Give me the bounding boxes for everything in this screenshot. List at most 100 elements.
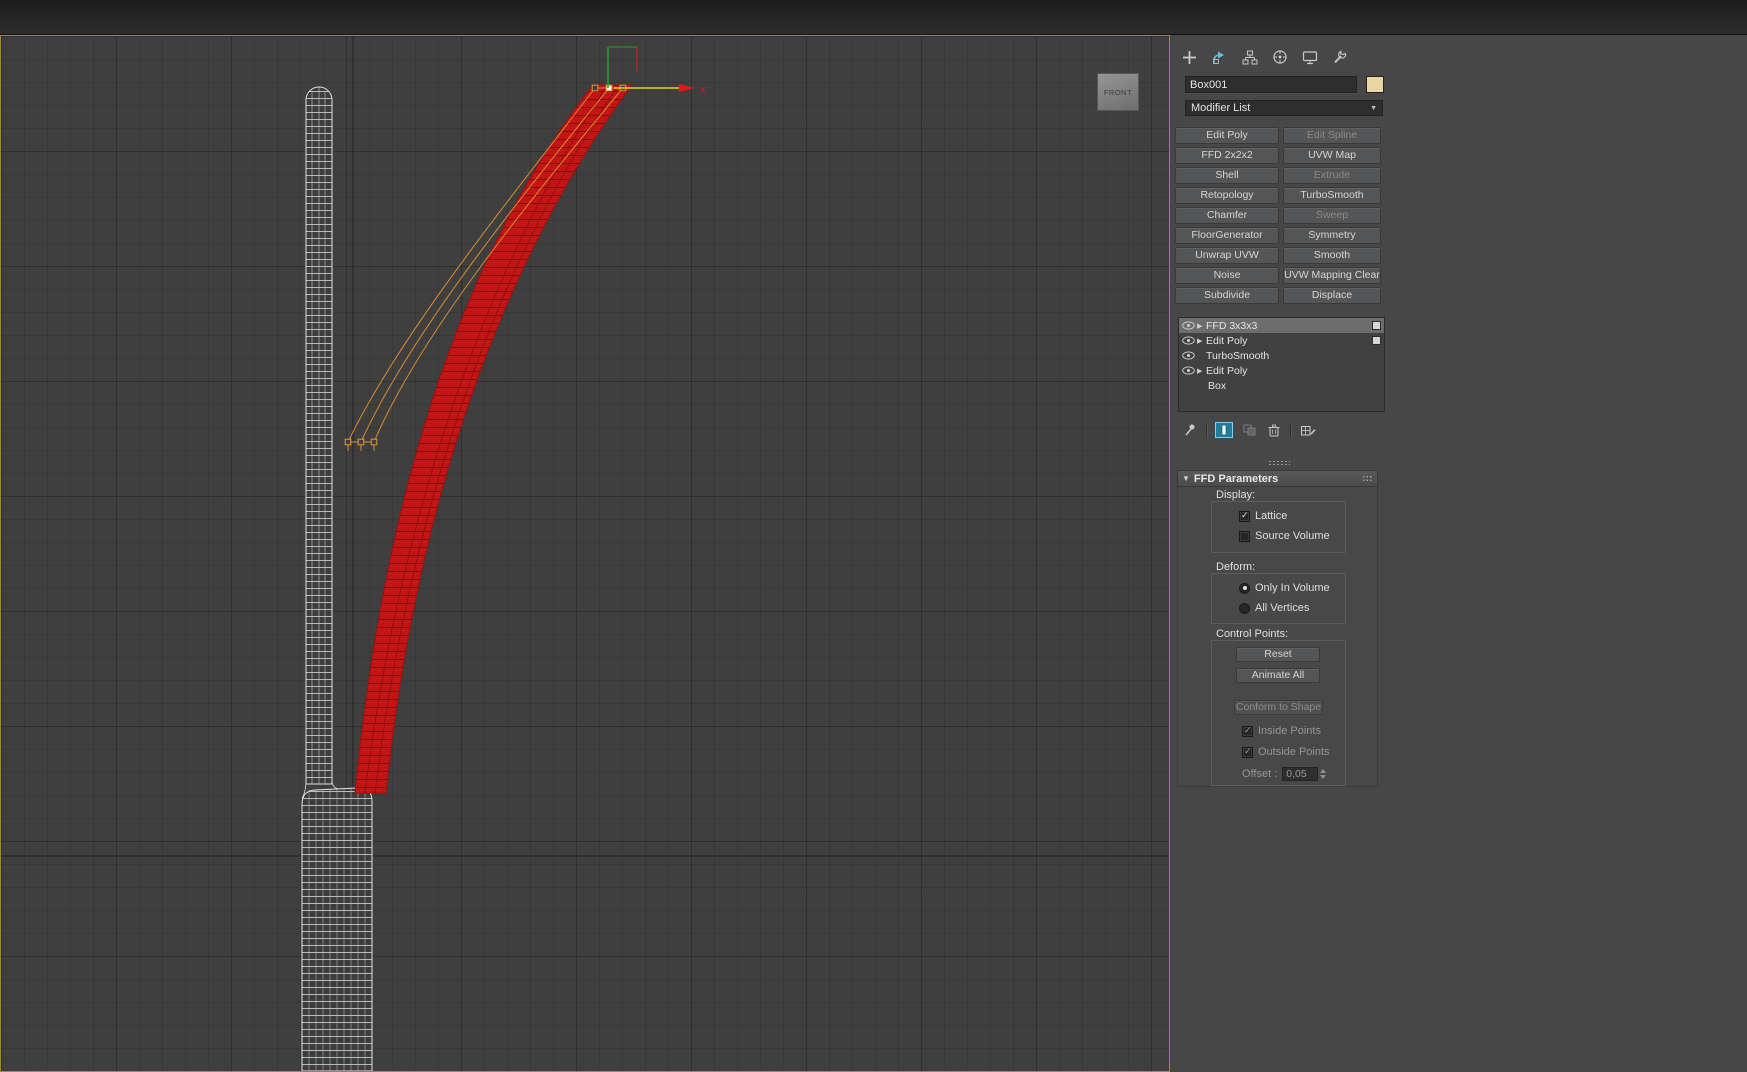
ffd-control-point[interactable] — [591, 84, 599, 92]
expand-arrow-icon[interactable]: ▶ — [1197, 367, 1206, 375]
modifier-badge-icon[interactable] — [1372, 321, 1381, 330]
inside-points-label: Inside Points — [1258, 725, 1321, 737]
all-vertices-label: All Vertices — [1255, 602, 1310, 614]
panel-scroll-grip[interactable] — [1268, 460, 1290, 465]
modifier-button-extrude[interactable]: Extrude — [1283, 167, 1381, 184]
stack-row-ffd-3x3x3[interactable]: ▶ FFD 3x3x3 — [1179, 318, 1384, 333]
show-end-result-icon — [1221, 424, 1227, 435]
modifier-button-symmetry[interactable]: Symmetry — [1283, 227, 1381, 244]
modifier-button-displace[interactable]: Displace — [1283, 287, 1381, 304]
source-volume-option[interactable]: Source Volume — [1239, 529, 1345, 543]
modifier-button-noise[interactable]: Noise — [1175, 267, 1279, 284]
only-in-volume-option[interactable]: Only In Volume — [1239, 581, 1345, 595]
stack-row-label: Edit Poly — [1206, 364, 1248, 377]
ffd-control-point[interactable] — [357, 438, 365, 446]
modify-tab[interactable] — [1210, 48, 1229, 67]
animate-all-button[interactable]: Animate All — [1236, 668, 1320, 683]
modifier-button-chamfer[interactable]: Chamfer — [1175, 207, 1279, 224]
expand-arrow-icon[interactable]: ▶ — [1197, 322, 1206, 330]
modifier-button-edit-poly[interactable]: Edit Poly — [1175, 127, 1279, 144]
ffd-control-point[interactable] — [344, 438, 352, 446]
wireframe-pole-object[interactable] — [301, 86, 373, 1071]
pin-stack-button[interactable] — [1181, 422, 1199, 438]
modifier-button-ffd-2x2x2[interactable]: FFD 2x2x2 — [1175, 147, 1279, 164]
spinner-up-icon[interactable] — [1320, 769, 1327, 773]
hierarchy-icon — [1242, 50, 1257, 64]
object-name-input[interactable] — [1185, 76, 1357, 93]
outside-points-checkbox[interactable] — [1242, 746, 1253, 758]
modifier-button-retopology[interactable]: Retopology — [1175, 187, 1279, 204]
modifier-button-edit-spline[interactable]: Edit Spline — [1283, 127, 1381, 144]
only-in-volume-label: Only In Volume — [1255, 582, 1330, 594]
object-name-row — [1185, 76, 1384, 93]
modifier-list-dropdown[interactable]: Modifier List ▼ — [1185, 100, 1383, 116]
wrench-icon — [1333, 50, 1346, 64]
visibility-eye-icon[interactable] — [1182, 366, 1197, 375]
stack-row-edit-poly-bottom[interactable]: ▶ Edit Poly — [1179, 363, 1384, 378]
inside-points-option[interactable]: Inside Points — [1242, 724, 1321, 738]
inside-points-checkbox[interactable] — [1242, 725, 1253, 737]
configure-modifier-sets-button[interactable] — [1299, 422, 1317, 438]
control-points-group: Control Points: Reset Animate All Confor… — [1211, 628, 1346, 786]
offset-row: Offset : 0,05 — [1242, 767, 1327, 781]
lattice-checkbox[interactable] — [1239, 510, 1250, 522]
stack-row-box[interactable]: Box — [1179, 378, 1384, 393]
viewcube[interactable]: FRONT — [1097, 73, 1139, 111]
visibility-eye-icon[interactable] — [1182, 321, 1197, 330]
visibility-eye-icon[interactable] — [1182, 336, 1197, 345]
create-tab[interactable] — [1180, 48, 1199, 67]
only-in-volume-radio[interactable] — [1239, 582, 1250, 594]
modifier-button-uvw-mapping-clear[interactable]: UVW Mapping Clear — [1283, 267, 1381, 284]
modifier-button-floorgenerator[interactable]: FloorGenerator — [1175, 227, 1279, 244]
object-color-swatch[interactable] — [1366, 76, 1384, 93]
gizmo-x-arrowhead[interactable] — [679, 84, 695, 92]
command-panel: Modifier List ▼ Edit Poly Edit Spline FF… — [1172, 35, 1747, 1072]
viewport-canvas[interactable]: x — [1, 36, 1169, 1071]
expand-arrow-icon[interactable]: ▶ — [1197, 337, 1206, 345]
outside-points-option[interactable]: Outside Points — [1242, 745, 1330, 759]
rollout-collapse-icon: ▼ — [1182, 474, 1190, 483]
ffd-control-point[interactable] — [370, 438, 378, 446]
stack-row-edit-poly-top[interactable]: ▶ Edit Poly — [1179, 333, 1384, 348]
lattice-option[interactable]: Lattice — [1239, 509, 1345, 523]
modifier-button-shell[interactable]: Shell — [1175, 167, 1279, 184]
lattice-label: Lattice — [1255, 510, 1288, 522]
modifier-button-uvw-map[interactable]: UVW Map — [1283, 147, 1381, 164]
make-unique-button[interactable] — [1240, 422, 1258, 438]
rollout-header[interactable]: ▼ FFD Parameters — [1177, 470, 1378, 487]
transform-gizmo[interactable]: x — [607, 46, 706, 96]
conform-to-shape-button[interactable]: Conform to Shape — [1234, 700, 1323, 715]
hierarchy-tab[interactable] — [1240, 48, 1259, 67]
show-end-result-button[interactable] — [1215, 421, 1233, 438]
reset-button[interactable]: Reset — [1236, 647, 1320, 662]
remove-modifier-button[interactable] — [1265, 422, 1283, 438]
modifier-button-turbosmooth[interactable]: TurboSmooth — [1283, 187, 1381, 204]
modifier-stack-toolbar — [1181, 421, 1317, 438]
display-tab[interactable] — [1300, 48, 1319, 67]
modifier-button-subdivide[interactable]: Subdivide — [1175, 287, 1279, 304]
visibility-eye-icon[interactable] — [1182, 351, 1197, 360]
modifier-button-sweep[interactable]: Sweep — [1283, 207, 1381, 224]
modifier-button-unwrap-uvw[interactable]: Unwrap UVW — [1175, 247, 1279, 264]
stack-row-turbosmooth[interactable]: TurboSmooth — [1179, 348, 1384, 363]
selected-red-object[interactable] — [354, 84, 633, 794]
ffd-control-point-selected[interactable] — [605, 84, 613, 92]
spinner-down-icon[interactable] — [1320, 775, 1327, 779]
front-viewport[interactable]: x FRONT — [0, 35, 1170, 1072]
trash-icon — [1268, 424, 1280, 436]
utilities-tab[interactable] — [1330, 48, 1349, 67]
configure-sets-icon — [1301, 425, 1316, 435]
modifier-badge-icon[interactable] — [1372, 336, 1381, 345]
motion-tab[interactable] — [1270, 48, 1289, 67]
display-group-label: Display: — [1216, 489, 1256, 501]
source-volume-checkbox[interactable] — [1239, 530, 1250, 542]
modify-icon — [1213, 51, 1224, 64]
modifier-list-label: Modifier List — [1191, 102, 1251, 114]
all-vertices-option[interactable]: All Vertices — [1239, 601, 1345, 615]
all-vertices-radio[interactable] — [1239, 602, 1250, 614]
modifier-button-smooth[interactable]: Smooth — [1283, 247, 1381, 264]
offset-spinner[interactable] — [1320, 769, 1327, 779]
application-window: x FRONT Box001 Modifier List ▼ Edit Poly… — [0, 0, 1747, 1072]
offset-value-field[interactable]: 0,05 — [1282, 767, 1319, 781]
motion-wheel-icon — [1272, 50, 1287, 64]
